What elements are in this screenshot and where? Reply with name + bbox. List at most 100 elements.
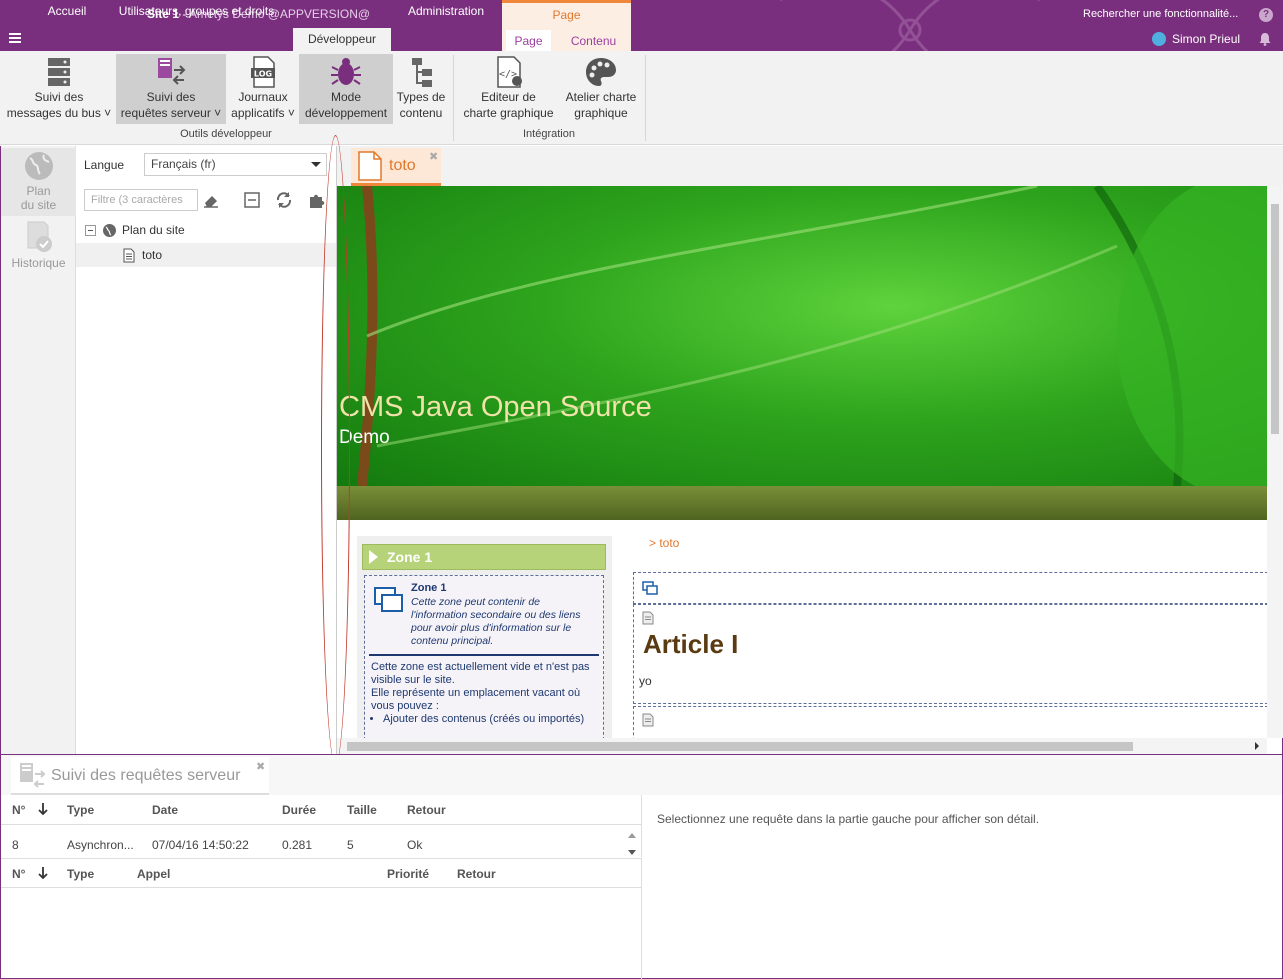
server-requests-button[interactable]: Suivi des requêtes serveur ˅ [116,54,226,124]
request-detail-hint: Selectionnez une requête dans la partie … [657,812,1040,826]
tree-node-label: Plan du site [122,223,185,237]
col-header-duration[interactable]: Durée [282,803,316,817]
cell-type: Asynchron... [67,838,134,852]
feature-search-input[interactable]: Rechercher une fonctionnalité... [1083,8,1238,20]
charter-workshop-button[interactable]: Atelier charte graphique [561,54,641,124]
col-header-number[interactable]: N° [12,803,25,817]
tab-contenu[interactable]: Contenu [560,30,627,51]
col-header-priority[interactable]: Priorité [387,867,429,881]
globe-icon [24,152,53,180]
horizontal-scrollbar[interactable] [337,738,1267,754]
page-icon [123,248,135,263]
col-header-date[interactable]: Date [152,803,178,817]
server-stack-icon [48,58,70,86]
language-label: Langue [84,158,125,172]
sort-down-icon[interactable] [38,802,48,816]
eraser-icon[interactable] [202,191,220,209]
zone-action-item[interactable]: Ajouter des contenus (créés ou importés) [383,713,599,726]
group-separator [645,55,646,141]
scroll-thumb[interactable] [347,742,1133,751]
user-menu[interactable]: Simon Prieul [1152,32,1240,46]
col-header-return[interactable]: Retour [407,803,446,817]
svg-text:LOG: LOG [254,70,272,79]
requests-grid-header: N° Type Date Durée Taille Retour [1,795,641,825]
tab-accueil[interactable]: Accueil [35,0,99,23]
server-requests-icon [20,763,46,788]
page-render[interactable]: CMS Java Open Source Demo Zone 1 Zone 1 … [337,186,1267,738]
charter-editor-button[interactable]: </> Editeur de charte graphique [458,54,559,124]
zone-body: Cette zone est actuellement vide et n'es… [371,661,599,726]
grid-scroll-arrows[interactable] [625,830,639,858]
sitemap-tool-button[interactable]: Plan du site [1,148,76,216]
content-types-label: Types de contenu [396,90,446,120]
article-text: yo [639,674,652,688]
tree-node-root[interactable]: Plan du site [76,218,336,242]
history-tool-label: Historique [11,256,66,270]
collapse-icon[interactable] [85,225,96,236]
log-file-icon: LOG [251,56,275,88]
tree-node-label: toto [142,248,163,262]
table-row[interactable]: 8 Asynchron... 07/04/16 14:50:22 0.281 5… [1,831,641,859]
col-header-type[interactable]: Type [67,867,94,881]
history-tool-button[interactable]: Historique [1,218,76,274]
scroll-thumb[interactable] [1271,204,1279,434]
bug-icon [331,58,361,85]
empty-zone-box[interactable]: Zone 1 Cette zone peut contenir de l'inf… [364,575,604,738]
tab-server-requests[interactable]: Suivi des requêtes serveur ✖ [11,757,269,795]
col-header-call[interactable]: Appel [137,867,170,881]
breadcrumb[interactable]: > toto [649,536,679,550]
sort-down-icon[interactable] [38,866,48,880]
document-tab-label: toto [389,157,416,174]
content-icon [642,713,654,727]
bus-messages-button[interactable]: Suivi des messages du bus ˅ [4,54,114,124]
windows-icon [374,587,403,612]
document-tab-toto[interactable]: toto ✖ [351,148,441,186]
language-select[interactable]: Français (fr) [144,153,327,176]
bus-messages-label: Suivi des messages du bus ˅ [6,90,112,120]
tree-node-page[interactable]: toto [76,243,336,267]
col-header-return[interactable]: Retour [457,867,496,881]
tree-filter-input[interactable]: Filtre (3 caractères [84,189,198,211]
cell-duration: 0.281 [282,838,313,852]
content-types-button[interactable]: Types de contenu [394,54,448,124]
user-name: Simon Prieul [1172,32,1241,46]
windows-icon [642,581,658,595]
hamburger-menu-icon[interactable] [9,33,21,43]
app-logs-button[interactable]: LOG Journaux applicatifs ˅ [228,54,298,124]
group-label-dev-tools: Outils développeur [180,128,272,140]
tab-administration[interactable]: Administration [395,0,497,23]
history-icon [27,221,52,252]
refresh-icon[interactable] [275,191,293,209]
bottom-tab-label: Suivi des requêtes serveur [51,767,241,784]
dev-mode-button[interactable]: Mode développement [299,54,393,124]
bottom-tab-bar: Suivi des requêtes serveur ✖ [1,755,1282,795]
server-requests-icon [158,58,186,85]
globe-icon [103,224,116,237]
collapse-all-icon[interactable] [243,191,261,209]
content-box[interactable] [633,706,1267,738]
server-requests-label: Suivi des requêtes serveur ˅ [120,90,222,120]
requests-grid: N° Type Date Durée Taille Retour 8 Async… [1,795,642,857]
banner-subtitle: Demo [339,427,390,448]
page-preview-panel: toto ✖ CMS Java Open Source Demo Zone 1 … [336,146,1283,754]
tab-page[interactable]: Page [506,30,551,51]
col-header-size[interactable]: Taille [347,803,377,817]
close-icon[interactable]: ✖ [429,150,438,163]
bell-icon[interactable] [1258,32,1272,46]
plugin-icon[interactable] [307,191,325,209]
help-button[interactable]: ? [1259,8,1273,22]
vertical-scrollbar[interactable] [1267,186,1283,738]
col-header-type[interactable]: Type [67,803,94,817]
zone-header[interactable]: Zone 1 [362,544,606,570]
tab-utilisateurs[interactable]: Utilisateurs, groupes et droits [106,0,287,23]
sitemap-panel: Langue Français (fr) Filtre (3 caractère… [76,146,336,754]
tab-developpeur[interactable]: Développeur [293,28,391,51]
arrow-right-icon[interactable] [1253,741,1261,751]
sitemap-tool-label: Plan du site [20,184,57,212]
palette-icon [586,58,616,86]
content-zone-box[interactable] [633,572,1267,604]
close-icon[interactable]: ✖ [256,760,265,773]
col-header-number[interactable]: N° [12,867,25,881]
decorative-flower-icon [780,0,1040,51]
cell-return: Ok [407,838,423,852]
